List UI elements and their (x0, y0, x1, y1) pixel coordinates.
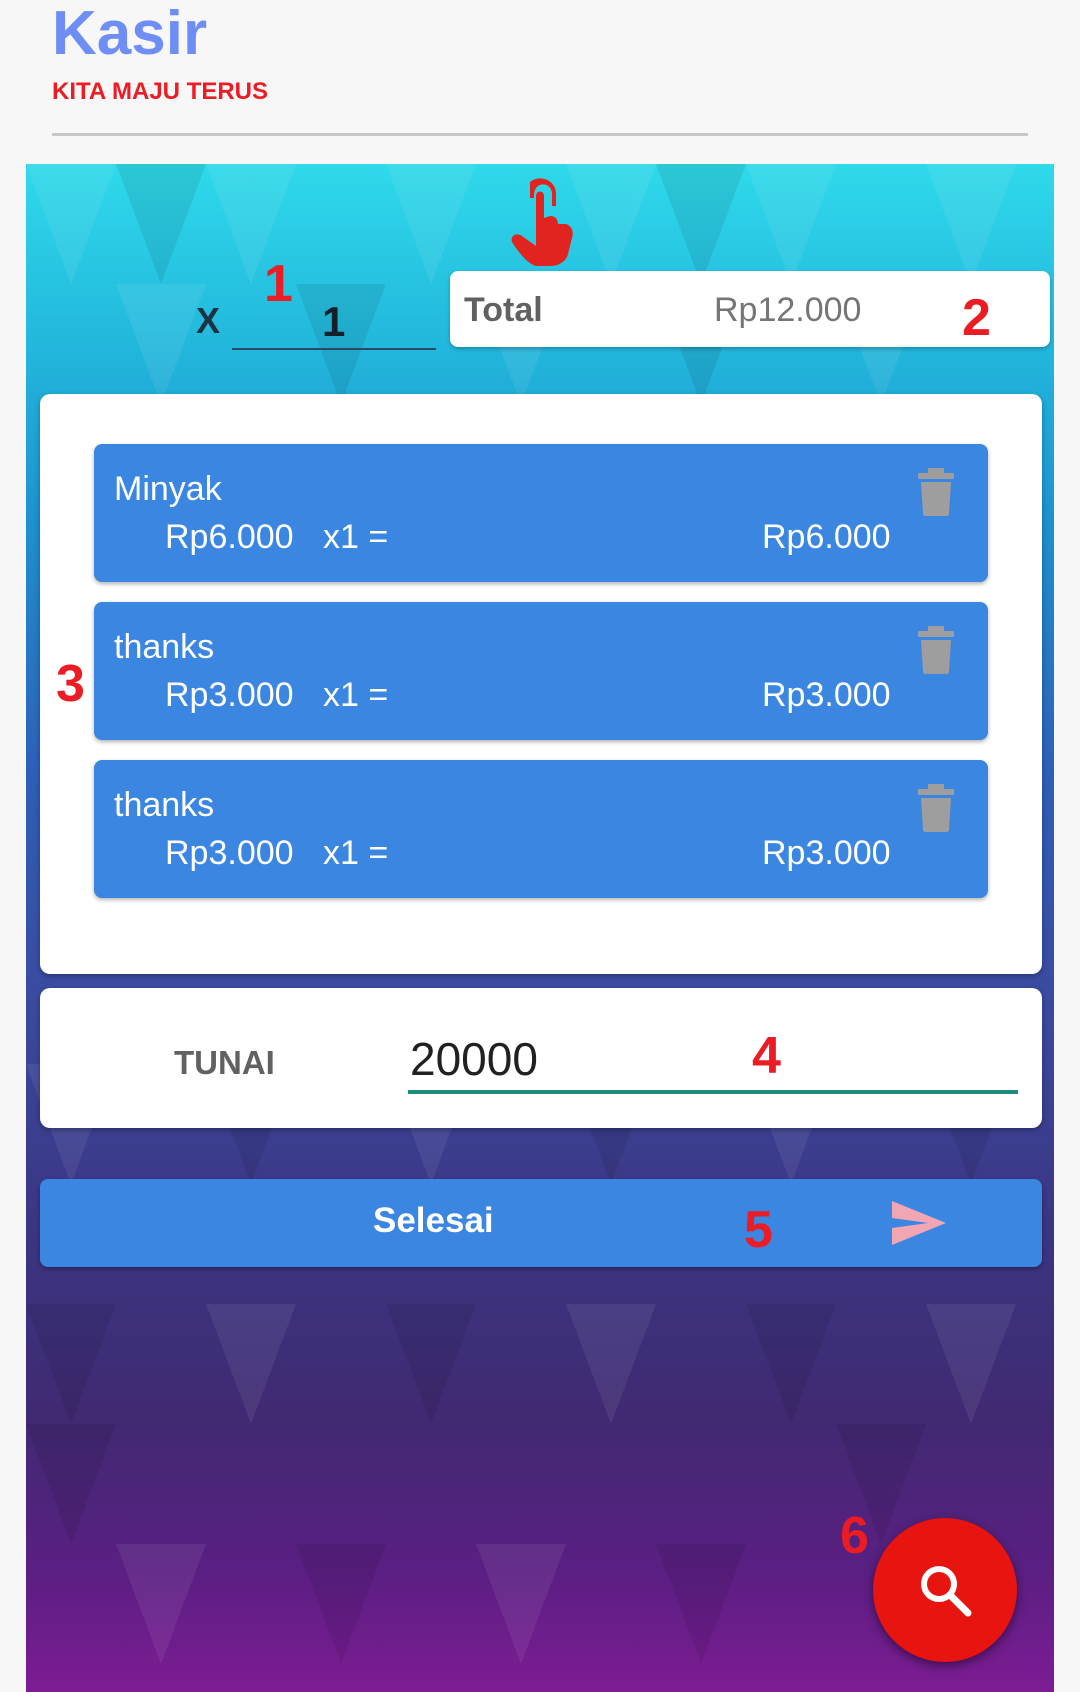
trash-icon[interactable] (916, 626, 956, 674)
cart-item[interactable]: Minyak Rp6.000 x1 = Rp6.000 (94, 444, 988, 582)
cart-item[interactable]: thanks Rp3.000 x1 = Rp3.000 (94, 760, 988, 898)
annotation-label: 2 (962, 289, 991, 347)
finish-button[interactable]: Selesai (40, 1179, 1042, 1267)
cash-label: TUNAI (174, 1044, 275, 1081)
item-subtotal: Rp3.000 (762, 676, 891, 714)
quantity-input[interactable]: 1 (232, 284, 436, 350)
item-name: thanks (114, 628, 215, 666)
search-fab[interactable] (873, 1518, 1017, 1662)
cashier-panel: X 1 Total Rp12.000 Minyak Rp6.000 x1 = R… (26, 164, 1054, 1692)
cash-input[interactable]: 20000 (408, 1024, 1018, 1094)
cash-value: 20000 (410, 1033, 538, 1085)
annotation-label: 4 (752, 1027, 781, 1085)
item-price: Rp3.000 (165, 676, 294, 714)
finish-label: Selesai (373, 1201, 494, 1240)
cash-card: TUNAI 20000 (40, 988, 1042, 1128)
item-quantity: x1 = (323, 676, 389, 714)
cart-item[interactable]: thanks Rp3.000 x1 = Rp3.000 (94, 602, 988, 740)
app-subtitle: KITA MAJU TERUS (52, 78, 268, 105)
quantity-prefix: X (196, 300, 221, 341)
cart-list: Minyak Rp6.000 x1 = Rp6.000 thanks Rp3.0… (40, 394, 1042, 974)
item-name: thanks (114, 786, 215, 824)
app-header: Kasir KITA MAJU TERUS (0, 0, 1080, 150)
total-card: Total Rp12.000 (450, 271, 1050, 347)
item-name: Minyak (114, 470, 222, 508)
annotation-label: 5 (744, 1201, 773, 1259)
item-price: Rp6.000 (165, 518, 294, 556)
trash-icon[interactable] (916, 468, 956, 516)
quantity-value: 1 (322, 298, 346, 345)
total-value: Rp12.000 (714, 291, 862, 329)
search-icon (921, 1566, 972, 1617)
item-quantity: x1 = (323, 834, 389, 872)
item-price: Rp3.000 (165, 834, 294, 872)
pointing-hand-icon (511, 178, 573, 266)
send-icon (892, 1201, 946, 1245)
item-subtotal: Rp6.000 (762, 518, 891, 556)
header-divider (52, 133, 1028, 136)
item-quantity: x1 = (323, 518, 389, 556)
app-title: Kasir (52, 0, 208, 68)
kasir-screen: Kasir KITA MAJU TERUS X 1 Total Rp12.000… (0, 0, 1080, 1692)
item-subtotal: Rp3.000 (762, 834, 891, 872)
total-label: Total (464, 291, 543, 329)
annotation-label: 1 (264, 255, 293, 313)
annotation-label: 6 (840, 1507, 869, 1565)
trash-icon[interactable] (916, 784, 956, 832)
annotation-label: 3 (56, 655, 85, 713)
